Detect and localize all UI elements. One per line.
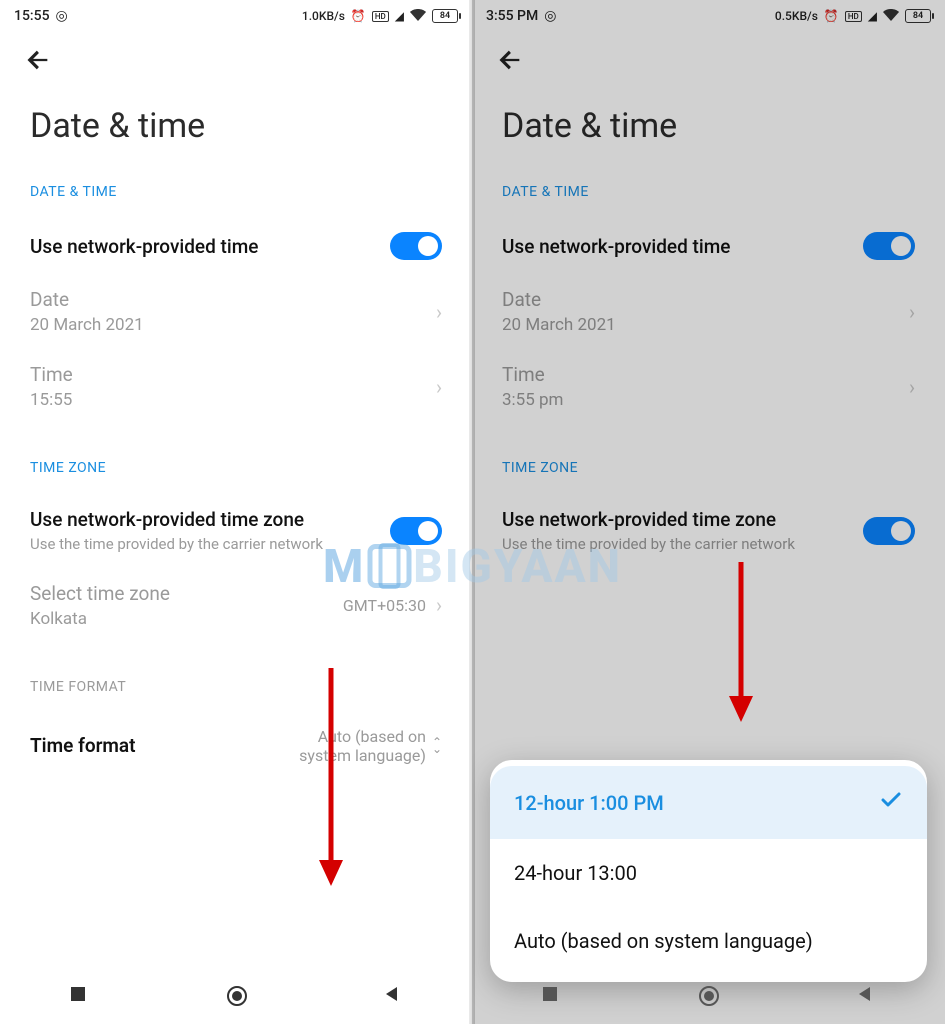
check-icon (879, 788, 903, 817)
chevron-right-icon: › (436, 375, 442, 399)
nav-recent-button[interactable] (541, 985, 561, 1005)
time-label: Time (30, 363, 426, 386)
battery-icon: 84 (432, 9, 458, 23)
date-value: 20 March 2021 (30, 315, 426, 335)
instagram-icon: ◎ (56, 8, 68, 24)
nav-bar (0, 966, 472, 1024)
signal-icon: ◢ (395, 9, 404, 23)
left-screenshot: 15:55 ◎ 1.0KB/s ⏰ HD ◢ 84 Date & time DA… (0, 0, 472, 1024)
alarm-icon: ⏰ (351, 9, 366, 23)
nav-home-button[interactable] (698, 985, 718, 1005)
chevron-right-icon: › (436, 593, 442, 617)
use-network-timezone-toggle[interactable] (390, 517, 442, 545)
use-network-time-toggle[interactable] (390, 232, 442, 260)
time-format-row[interactable]: Time format Auto (based on system langua… (0, 713, 472, 779)
use-network-time-row[interactable]: Use network-provided time (0, 218, 472, 274)
time-row: Time 15:55 › (0, 349, 472, 424)
volte-icon: HD (372, 11, 389, 22)
option-24-hour[interactable]: 24-hour 13:00 (490, 839, 927, 907)
use-network-timezone-row[interactable]: Use network-provided time zone Use the t… (0, 494, 472, 568)
annotation-arrow-left (316, 668, 346, 886)
nav-bar (472, 966, 945, 1024)
section-timezone-label: TIME ZONE (0, 452, 472, 494)
status-time: 15:55 (14, 8, 50, 24)
select-timezone-offset: GMT+05:30 (343, 596, 426, 615)
use-network-timezone-label: Use network-provided time zone (30, 508, 390, 531)
use-network-time-label: Use network-provided time (30, 235, 390, 258)
time-format-sheet: 12-hour 1:00 PM 24-hour 13:00 Auto (base… (490, 760, 927, 982)
status-speed: 1.0KB/s (302, 9, 345, 23)
section-timeformat-label: TIME FORMAT (0, 671, 472, 713)
right-screenshot: 3:55 PM ◎ 0.5KB/s ⏰ HD ◢ 84 Date & time … (472, 0, 945, 1024)
select-timezone-value: Kolkata (30, 609, 333, 629)
back-button[interactable] (24, 59, 52, 78)
chevron-right-icon: › (436, 300, 442, 324)
spinner-icon: ⌃⌄ (432, 739, 442, 753)
status-bar: 15:55 ◎ 1.0KB/s ⏰ HD ◢ 84 (0, 0, 472, 32)
nav-back-button[interactable] (856, 985, 876, 1005)
time-format-label: Time format (30, 734, 289, 757)
nav-recent-button[interactable] (69, 985, 89, 1005)
nav-home-button[interactable] (226, 985, 246, 1005)
section-date-time-label: DATE & TIME (0, 176, 472, 218)
select-timezone-row: Select time zone Kolkata GMT+05:30 › (0, 568, 472, 643)
option-12-hour[interactable]: 12-hour 1:00 PM (490, 766, 927, 839)
use-network-timezone-desc: Use the time provided by the carrier net… (30, 535, 390, 554)
wifi-icon (410, 9, 426, 24)
select-timezone-label: Select time zone (30, 582, 333, 605)
annotation-arrow-right (726, 562, 756, 722)
date-row: Date 20 March 2021 › (0, 274, 472, 349)
date-label: Date (30, 288, 426, 311)
nav-back-button[interactable] (383, 985, 403, 1005)
page-title: Date & time (0, 78, 472, 176)
time-value: 15:55 (30, 390, 426, 410)
screenshot-seam (469, 0, 475, 1024)
